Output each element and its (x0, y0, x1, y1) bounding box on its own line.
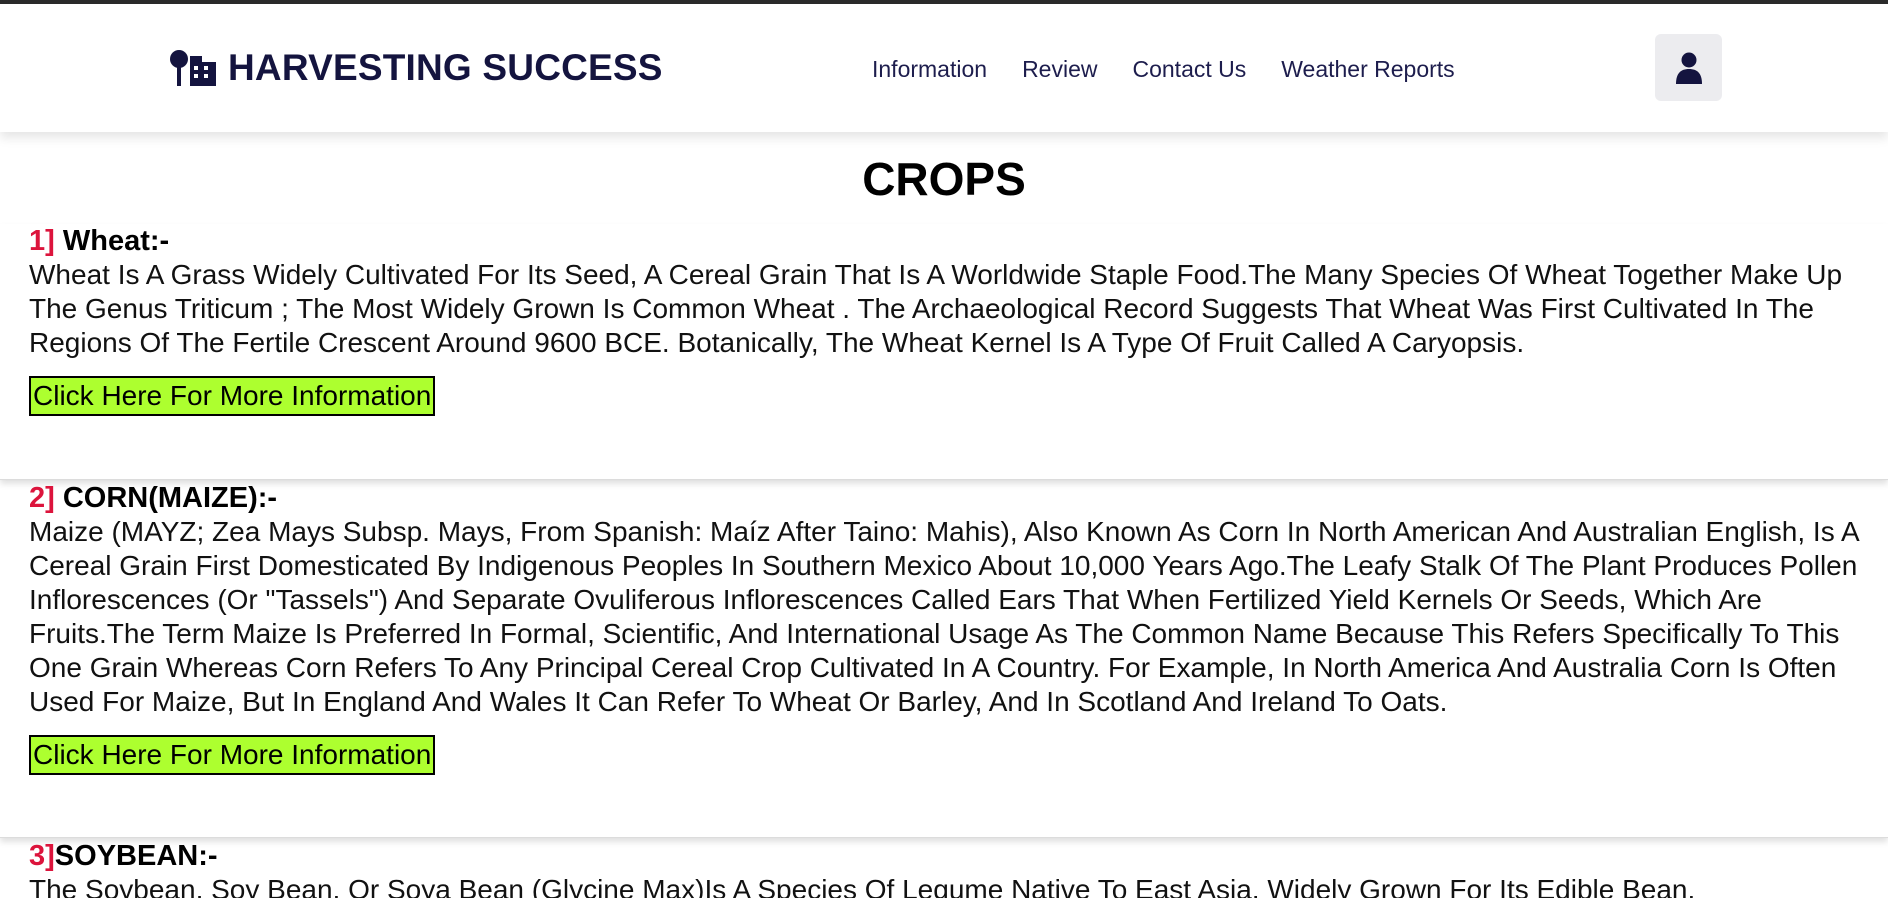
crop-section-wheat: 1] Wheat:- Wheat Is A Grass Widely Culti… (0, 224, 1888, 480)
crop-description: Maize (MAYZ; Zea Mays Subsp. Mays, From … (29, 516, 1859, 717)
crop-section-corn: 2] CORN(MAIZE):- Maize (MAYZ; Zea Mays S… (0, 481, 1888, 838)
page-title: CROPS (862, 153, 1026, 205)
crop-number: 1] (29, 225, 55, 257)
crop-heading: 1] Wheat:- (29, 224, 1859, 258)
main-nav: Information Review Contact Us Weather Re… (872, 56, 1455, 83)
crop-name: SOYBEAN:- (54, 840, 218, 872)
crop-name: CORN(MAIZE):- (62, 482, 278, 514)
user-icon (1675, 52, 1702, 84)
crop-heading: 3]SOYBEAN:- (29, 839, 1859, 873)
crop-name: Wheat:- (62, 225, 170, 257)
crop-section-soybean: 3]SOYBEAN:- The Soybean, Soy Bean, Or So… (0, 839, 1888, 898)
navbar: HARVESTING SUCCESS Information Review Co… (0, 4, 1888, 132)
nav-contact-us[interactable]: Contact Us (1132, 56, 1246, 83)
crop-description: Wheat Is A Grass Widely Cultivated For I… (29, 259, 1843, 358)
user-account-button[interactable] (1655, 34, 1722, 101)
nav-review[interactable]: Review (1022, 56, 1097, 83)
more-info-button-corn[interactable]: Click Here For More Information (29, 735, 436, 775)
tree-building-icon (170, 50, 216, 86)
crop-heading: 2] CORN(MAIZE):- (29, 481, 1859, 515)
nav-information[interactable]: Information (872, 56, 987, 83)
nav-weather-reports[interactable]: Weather Reports (1281, 56, 1454, 83)
brand-name: HARVESTING SUCCESS (228, 47, 663, 88)
more-info-button-wheat[interactable]: Click Here For More Information (29, 376, 436, 416)
crop-number: 2] (29, 482, 55, 514)
crop-number: 3] (29, 840, 55, 872)
crop-description: The Soybean, Soy Bean, Or Soya Bean (Gly… (29, 874, 1696, 898)
brand-logo[interactable]: HARVESTING SUCCESS (168, 46, 663, 90)
